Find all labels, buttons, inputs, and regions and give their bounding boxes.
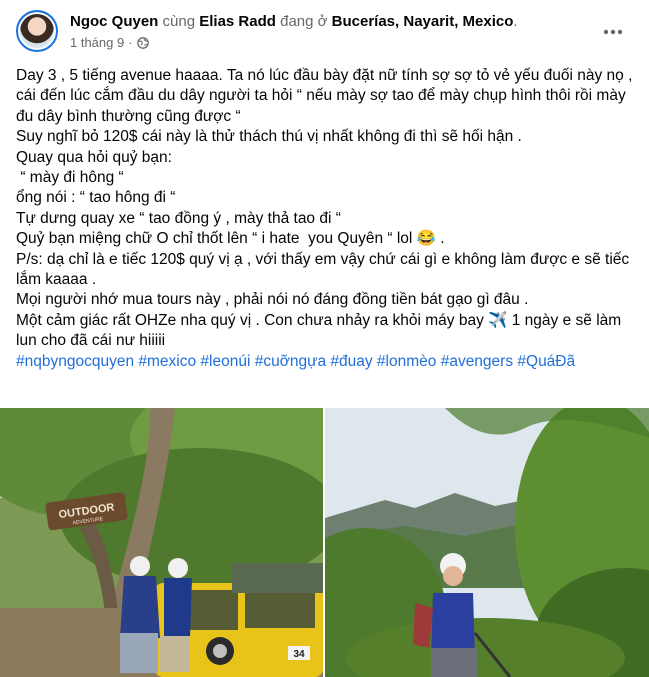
photo-mountain-zipline[interactable]	[325, 408, 649, 677]
with-word: cùng	[158, 13, 200, 30]
post-line: Một cảm giác rất OHZe nha quý vị . Con c…	[16, 311, 626, 350]
photo-grid: OUTDOOR ADVENTURE 34	[0, 408, 649, 677]
more-options-icon	[603, 29, 623, 35]
author-name[interactable]: Ngoc Quyen	[70, 13, 158, 30]
post-line: Quay qua hỏi quỷ bạn:	[16, 148, 172, 166]
tagged-user[interactable]: Elias Radd	[199, 13, 276, 30]
location-link[interactable]: Bucerías, Nayarit, Mexico	[332, 13, 514, 30]
at-word: đang ở	[275, 13, 332, 30]
meta-separator: ·	[128, 35, 133, 50]
post-date[interactable]: 1 tháng 9	[70, 35, 124, 50]
author-line: Ngoc Quyen cùng Elias Radd đang ở Bucerí…	[70, 13, 518, 30]
hashtags[interactable]: #nqbyngocquyen #mexico #leonúi #cuỡngựa …	[16, 352, 641, 372]
author-avatar[interactable]	[16, 10, 58, 52]
globe-icon[interactable]	[136, 36, 149, 49]
title-period: .	[513, 13, 518, 30]
post-line: P/s: dạ chỉ là e tiếc 120$ quý vị ạ , vớ…	[16, 250, 634, 289]
post-line: “ mày đi hông “	[16, 169, 124, 187]
post-meta: 1 tháng 9 ·	[70, 35, 149, 50]
post-line: Quỷ bạn miệng chữ O chỉ thốt lên “ i hat…	[16, 230, 445, 248]
post-line: ổng nói : “ tao hông đi “	[16, 189, 176, 207]
post-text: Day 3 , 5 tiếng avenue haaaa. Ta nó lúc …	[16, 66, 641, 372]
truck-plate: 34	[293, 649, 305, 660]
more-options-button[interactable]	[597, 18, 629, 46]
post-line: Day 3 , 5 tiếng avenue haaaa. Ta nó lúc …	[16, 67, 637, 125]
post-line: Tự dưng quay xe “ tao đồng ý , mày thả t…	[16, 209, 341, 227]
post-line: Mọi người nhớ mua tours này , phải nói n…	[16, 291, 529, 309]
post-header: Ngoc Quyen cùng Elias Radd đang ở Bucerí…	[0, 0, 649, 60]
post-line: Suy nghĩ bỏ 120$ cái này là thử thách th…	[16, 128, 522, 146]
photo-truck-zipline[interactable]: OUTDOOR ADVENTURE 34	[0, 408, 323, 677]
